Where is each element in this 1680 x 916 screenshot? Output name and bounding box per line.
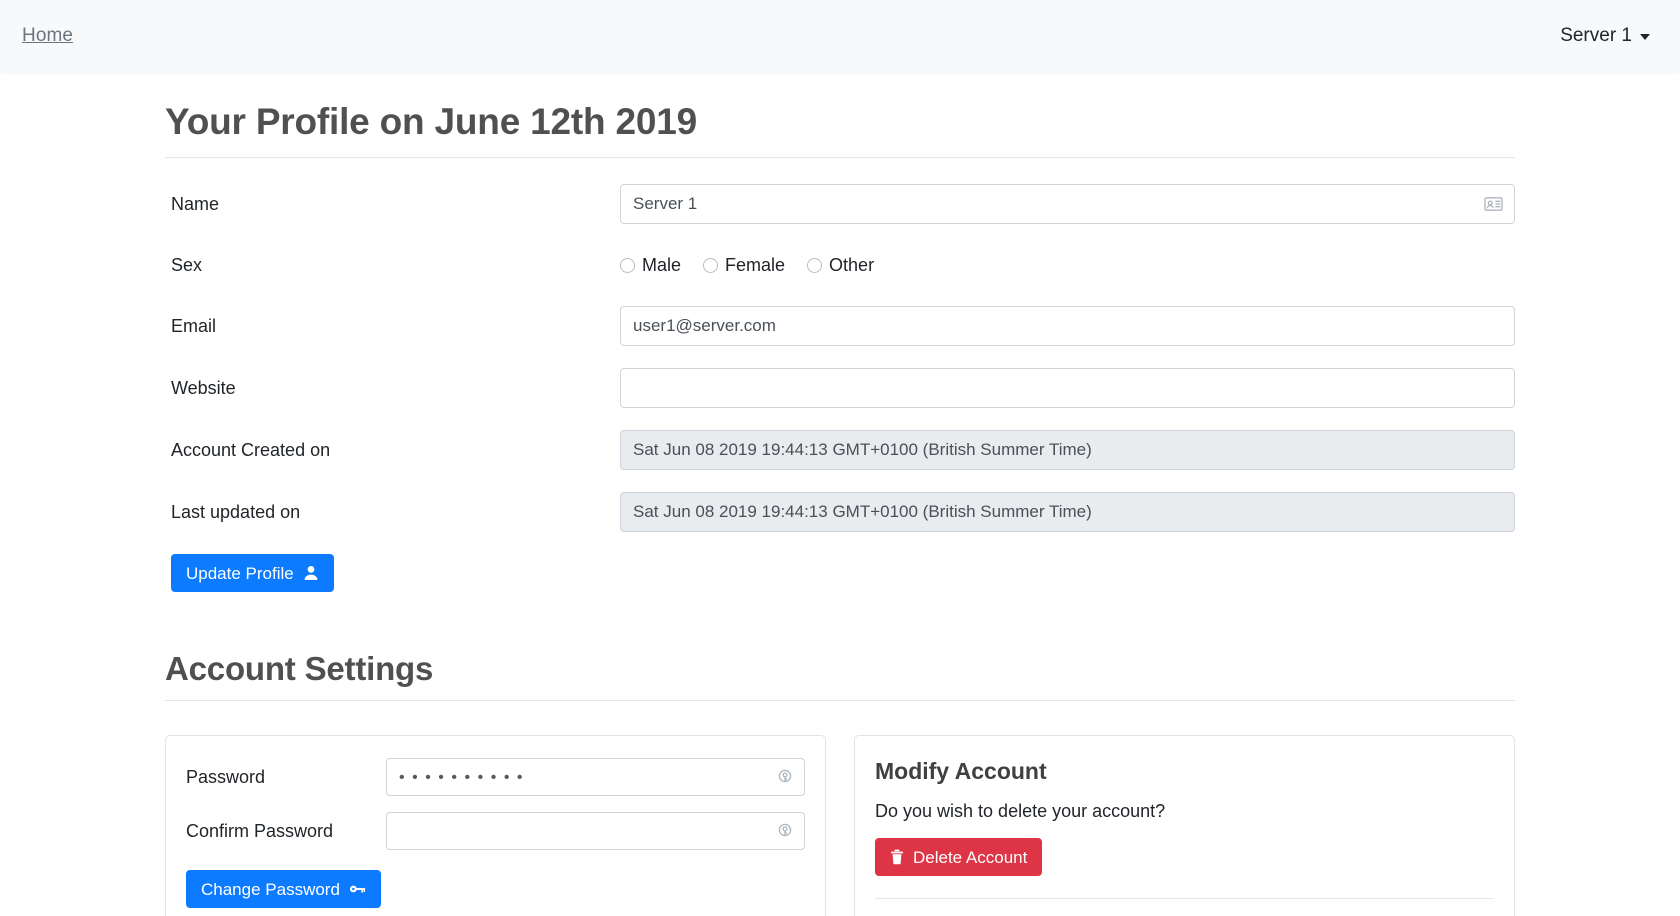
website-input[interactable]	[620, 368, 1515, 408]
sex-label: Sex	[171, 254, 203, 275]
name-input[interactable]	[620, 184, 1515, 224]
key-reveal-icon[interactable]	[777, 769, 793, 785]
update-profile-row: Update Profile	[165, 554, 1515, 592]
person-icon	[303, 565, 319, 581]
updated-field-wrap	[620, 492, 1515, 532]
change-password-row: Change Password	[186, 870, 805, 908]
user-dropdown-label: Server 1	[1560, 24, 1632, 46]
user-dropdown[interactable]: Server 1	[1560, 25, 1658, 47]
name-field-wrap	[620, 184, 1515, 224]
radio-option-female[interactable]: Female	[703, 255, 785, 276]
sex-radio-group: Male Female Other	[620, 246, 1515, 284]
key-reveal-icon[interactable]	[777, 823, 793, 839]
nav-home-link[interactable]: Home	[22, 25, 73, 47]
confirm-password-label: Confirm Password	[186, 820, 334, 841]
account-settings-title: Account Settings	[165, 650, 434, 687]
created-field-wrap	[620, 430, 1515, 470]
form-row-name: Name	[165, 184, 1515, 224]
delete-account-label: Delete Account	[913, 847, 1028, 867]
confirm-password-field-wrap	[386, 812, 805, 850]
form-row-updated: Last updated on	[165, 492, 1515, 532]
modify-account-card: Modify Account Do you wish to delete you…	[854, 735, 1515, 916]
top-navbar: Home Server 1	[0, 0, 1680, 71]
radio-label-female: Female	[725, 254, 786, 275]
key-icon	[349, 882, 366, 896]
password-field-wrap: ••••••••••	[386, 758, 805, 796]
profile-form: Name Sex	[165, 158, 1515, 592]
form-row-website: Website	[165, 368, 1515, 408]
form-row-sex: Sex Male Female Other	[165, 246, 1515, 284]
password-masked-value: ••••••••••	[399, 769, 531, 786]
page-container: Your Profile on June 12th 2019 Name Serv…	[165, 71, 1515, 916]
account-settings-section: Account Settings Password •••••••••• Con…	[165, 592, 1515, 916]
trash-icon	[890, 849, 904, 865]
email-field-wrap	[620, 306, 1515, 346]
form-row-email: Email	[165, 306, 1515, 346]
page-title: Your Profile on June 12th 2019	[165, 101, 698, 142]
change-password-button[interactable]: Change Password	[186, 870, 381, 908]
delete-account-prompt: Do you wish to delete your account?	[875, 801, 1166, 821]
contact-card-icon[interactable]	[1484, 196, 1503, 212]
radio-option-male[interactable]: Male	[620, 255, 681, 276]
confirm-password-row: Confirm Password	[186, 812, 805, 850]
password-label: Password	[186, 766, 266, 787]
radio-circle-other[interactable]	[807, 257, 823, 273]
website-label: Website	[171, 377, 236, 398]
sex-field-wrap: Male Female Other	[620, 246, 1515, 284]
modify-card-divider	[875, 898, 1494, 899]
radio-circle-female[interactable]	[703, 257, 719, 273]
updated-label: Last updated on	[171, 501, 301, 522]
password-card: Password •••••••••• Confirm Password Cha…	[165, 735, 826, 916]
radio-circle-male[interactable]	[620, 257, 635, 273]
update-profile-label: Update Profile	[186, 563, 294, 583]
created-readonly-input	[620, 430, 1515, 470]
modify-account-title: Modify Account	[875, 758, 1047, 784]
updated-readonly-input	[620, 492, 1515, 532]
password-input[interactable]: ••••••••••	[386, 758, 805, 796]
delete-account-button[interactable]: Delete Account	[875, 838, 1043, 876]
form-row-created: Account Created on	[165, 430, 1515, 470]
email-label: Email	[171, 315, 217, 336]
change-password-label: Change Password	[201, 879, 340, 899]
chevron-down-icon	[1640, 34, 1650, 40]
radio-option-other[interactable]: Other	[807, 255, 874, 276]
update-profile-button[interactable]: Update Profile	[171, 554, 334, 592]
email-input[interactable]	[620, 306, 1515, 346]
password-row: Password ••••••••••	[186, 758, 805, 796]
created-label: Account Created on	[171, 439, 331, 460]
website-field-wrap	[620, 368, 1515, 408]
confirm-password-input[interactable]	[386, 812, 805, 850]
radio-label-male: Male	[642, 254, 682, 275]
settings-cards: Password •••••••••• Confirm Password Cha…	[165, 701, 1515, 916]
radio-label-other: Other	[829, 254, 875, 275]
name-label: Name	[171, 193, 220, 214]
